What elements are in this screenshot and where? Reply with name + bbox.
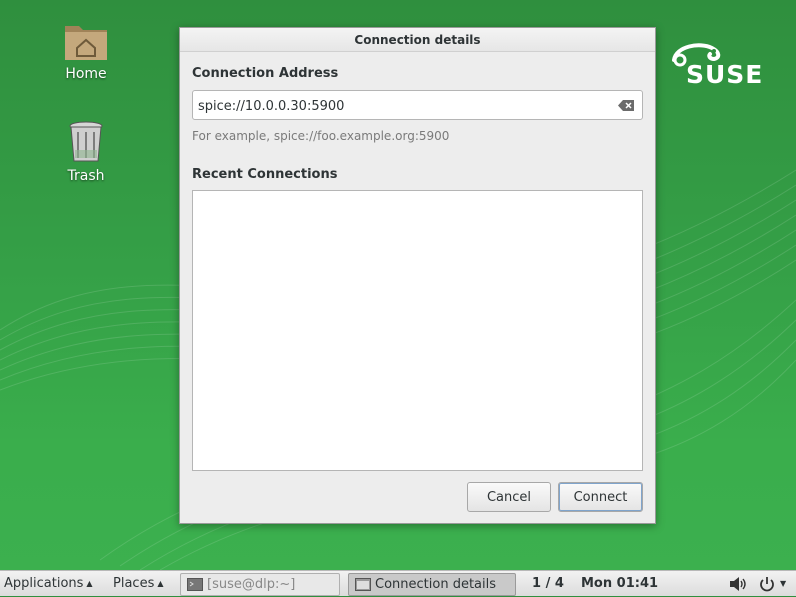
connection-address-field[interactable] [192, 90, 643, 120]
workspace-indicator[interactable]: 1 / 4 [532, 571, 564, 597]
recent-connections-list[interactable] [192, 190, 643, 471]
power-icon[interactable] [759, 576, 775, 592]
desktop-icon-label: Trash [67, 168, 105, 184]
clock[interactable]: Mon 01:41 [581, 571, 658, 597]
suse-wordmark: SUSE [686, 60, 764, 89]
applications-menu-label: Applications [4, 576, 84, 591]
menu-arrow-icon: ▲ [86, 579, 93, 588]
volume-icon[interactable] [729, 576, 747, 592]
clear-text-icon[interactable] [618, 100, 634, 111]
recent-connections-label: Recent Connections [192, 167, 338, 182]
bottom-panel: Applications ▲ Places ▲ [suse@dlp:~] Conne… [0, 570, 796, 596]
task-terminal[interactable]: [suse@dlp:~] [180, 573, 340, 596]
desktop-icon-trash[interactable]: Trash [46, 120, 126, 184]
task-label: [suse@dlp:~] [207, 577, 296, 592]
connection-details-dialog: Connection details Connection Address Fo… [179, 27, 656, 524]
desktop-icon-label: Home [65, 66, 107, 82]
connection-address-label: Connection Address [192, 66, 339, 81]
task-label: Connection details [375, 577, 496, 592]
menu-arrow-icon: ▲ [157, 579, 164, 588]
home-folder-icon [65, 26, 107, 60]
trash-icon [69, 121, 103, 162]
applications-menu[interactable]: Applications ▲ [4, 571, 93, 597]
task-connection-details[interactable]: Connection details [348, 573, 516, 596]
connect-button[interactable]: Connect [558, 482, 643, 512]
places-menu[interactable]: Places ▲ [113, 571, 164, 597]
cancel-button[interactable]: Cancel [467, 482, 551, 512]
address-hint: For example, spice://foo.example.org:590… [192, 129, 450, 143]
places-menu-label: Places [113, 576, 155, 591]
terminal-icon [187, 578, 203, 591]
chevron-down-icon[interactable]: ▼ [780, 571, 786, 597]
suse-logo: SUSE [668, 40, 768, 92]
desktop-icon-home[interactable]: Home [46, 20, 126, 82]
connection-address-input[interactable] [198, 96, 608, 116]
window-icon [355, 578, 371, 591]
dialog-title: Connection details [180, 28, 655, 52]
